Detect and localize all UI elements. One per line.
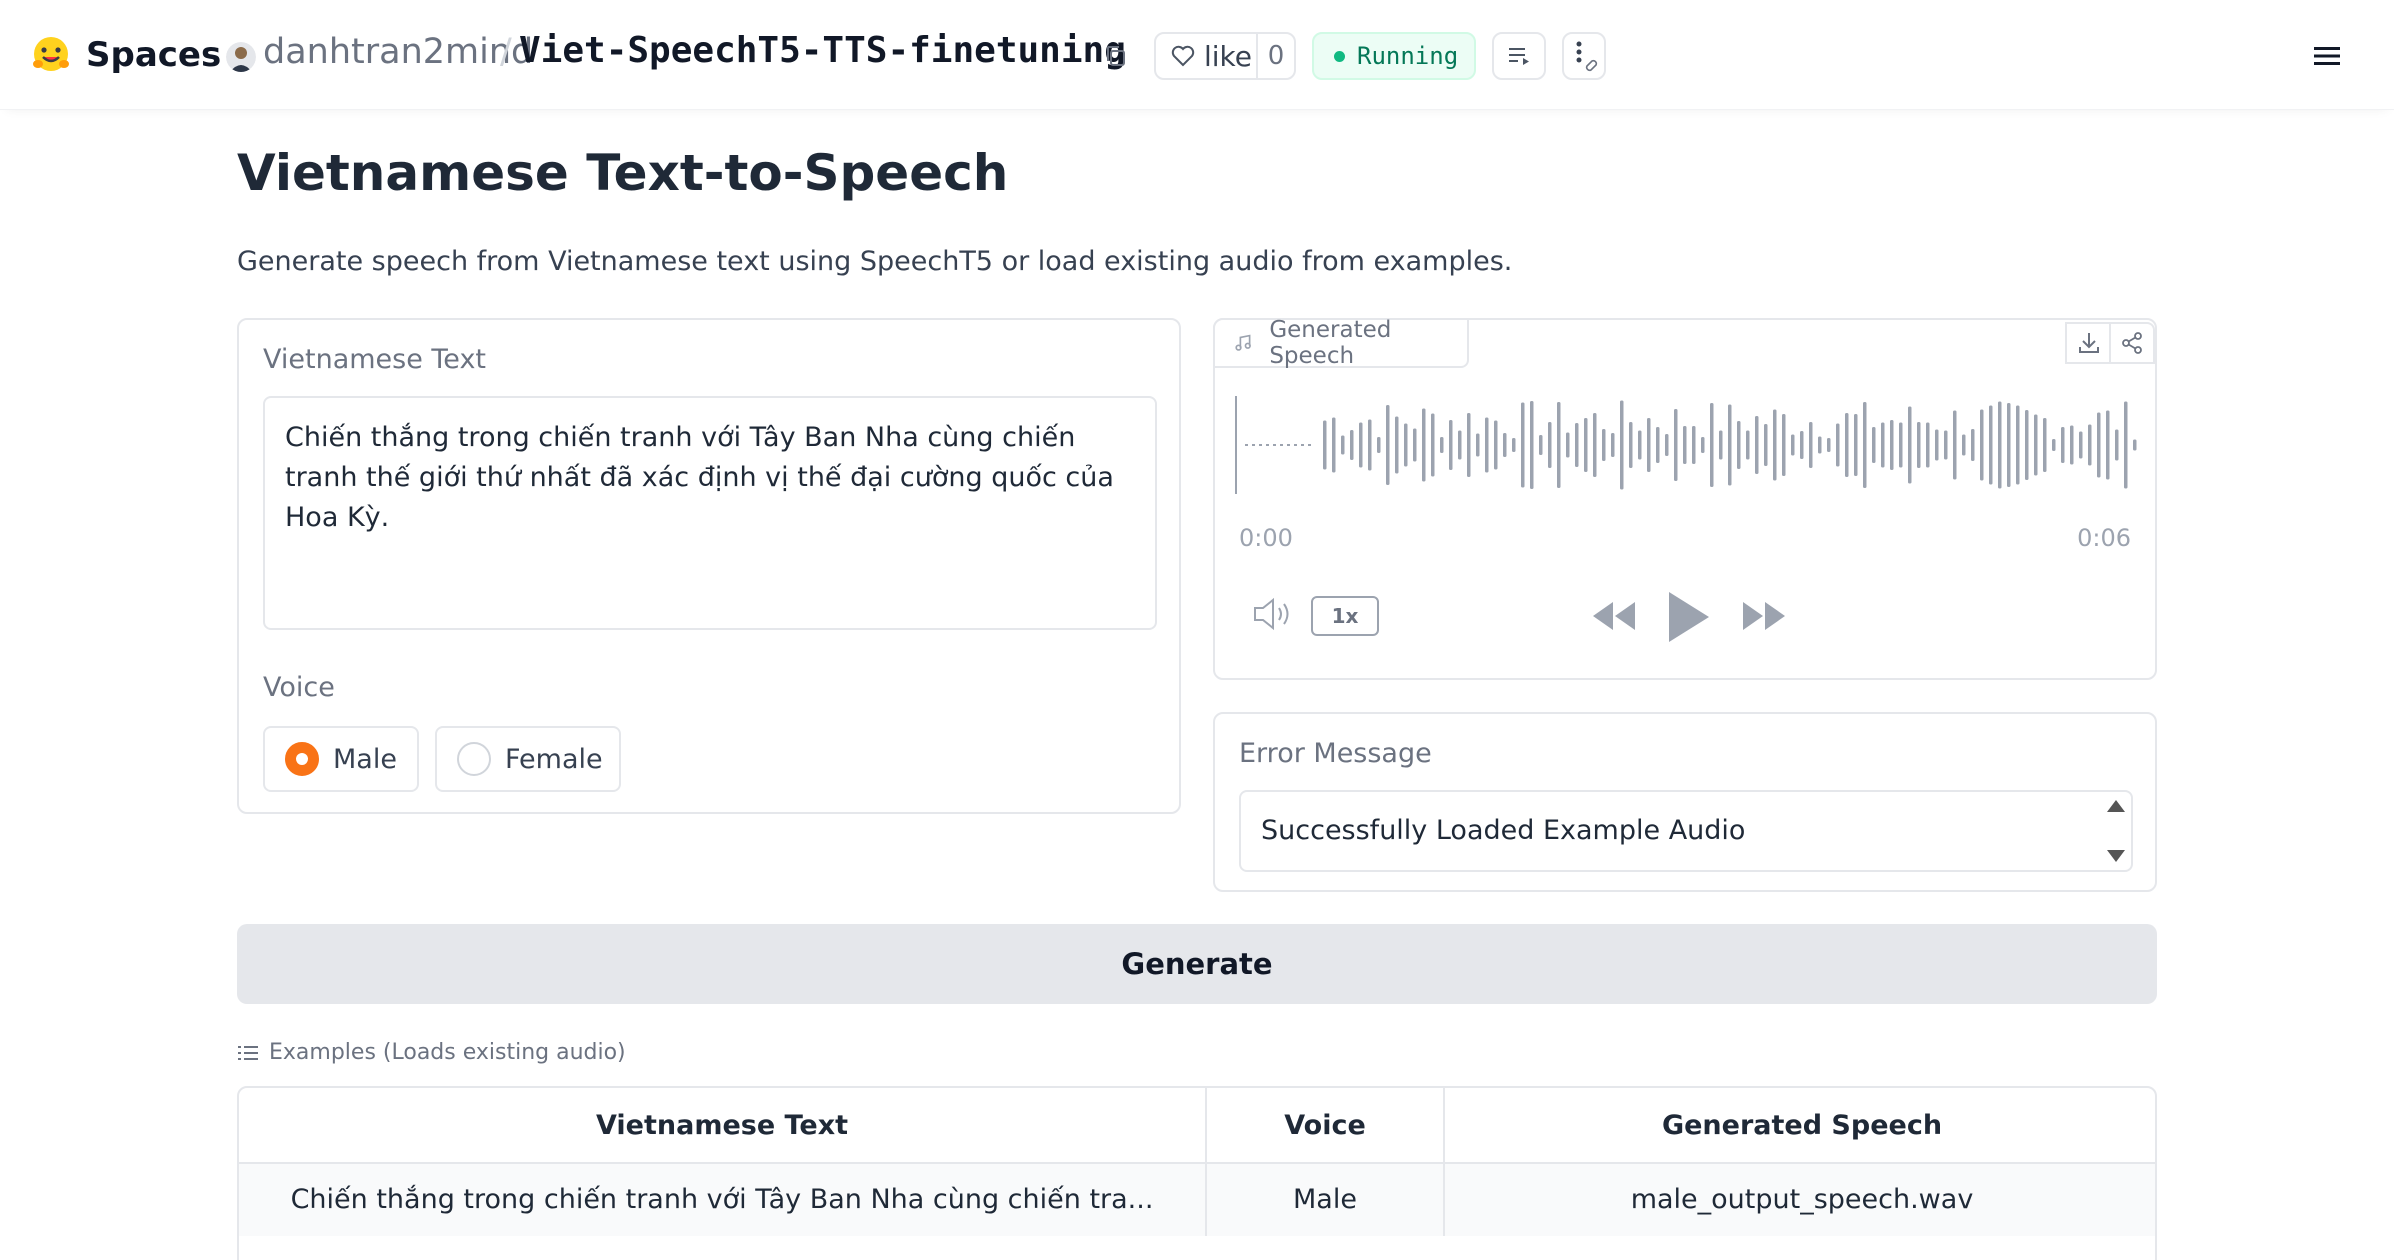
table-cell-speech[interactable]: male_output_speech.wav <box>1445 1164 2155 1236</box>
error-message-panel: Error Message Successfully Loaded Exampl… <box>1213 712 2157 892</box>
examples-label: Examples (Loads existing audio) <box>269 1040 626 1065</box>
avatar-icon <box>226 42 256 72</box>
page-title: Vietnamese Text-to-Speech <box>237 144 1009 202</box>
audio-label-tab: Generated Speech <box>1213 317 1469 369</box>
status-badge[interactable]: Running <box>1312 32 1476 80</box>
current-time: 0:00 <box>1239 524 1293 552</box>
menu-icon[interactable] <box>2312 42 2342 70</box>
column-header-voice: Voice <box>1207 1088 1445 1164</box>
play-icon[interactable] <box>1663 588 1713 646</box>
like-label: like <box>1204 39 1253 73</box>
scroll-up-icon[interactable] <box>2107 800 2125 812</box>
volume-icon[interactable] <box>1251 594 1295 634</box>
like-count[interactable]: 0 <box>1256 34 1294 78</box>
owner-link[interactable]: danhtran2mind <box>263 32 533 72</box>
table-cell-voice[interactable]: Male <box>1207 1164 1445 1236</box>
text-input-label: Vietnamese Text <box>263 344 487 375</box>
repo-name-link[interactable]: Viet-SpeechT5-TTS-finetuning <box>519 30 1126 71</box>
logs-button[interactable] <box>1492 32 1546 80</box>
more-vertical-icon <box>1576 41 1598 72</box>
audio-player-panel: Generated Speech 0:00 0:06 1x <box>1213 317 2157 680</box>
error-message-text: Successfully Loaded Example Audio <box>1261 815 1746 846</box>
duration-time: 0:06 <box>2077 524 2131 552</box>
page-description: Generate speech from Vietnamese text usi… <box>237 246 1513 277</box>
audio-label: Generated Speech <box>1269 317 1392 369</box>
voice-option-female[interactable]: Female <box>435 726 621 792</box>
logs-icon <box>1509 48 1529 65</box>
scroll-down-icon[interactable] <box>2107 850 2125 862</box>
fast-forward-icon[interactable] <box>1739 598 1789 634</box>
status-dot-icon <box>1334 50 1345 62</box>
vietnamese-text-input[interactable]: Chiến thắng trong chiến tranh với Tây Ba… <box>263 396 1157 630</box>
share-icon <box>2122 332 2142 354</box>
download-button[interactable] <box>2065 322 2111 364</box>
list-icon <box>238 1045 258 1060</box>
path-separator: / <box>500 32 512 72</box>
voice-option-label: Female <box>505 743 603 775</box>
owner-avatar[interactable] <box>226 42 256 72</box>
waveform-display[interactable] <box>1235 390 2139 500</box>
top-bar: Spaces danhtran2mind / Viet-SpeechT5-TTS… <box>0 0 2394 110</box>
generate-button[interactable]: Generate <box>237 924 2157 1004</box>
spaces-brand-link[interactable]: Spaces <box>30 34 221 76</box>
rewind-icon[interactable] <box>1589 598 1639 634</box>
column-header-speech: Generated Speech <box>1445 1088 2155 1164</box>
brand-text: Spaces <box>86 35 222 75</box>
download-icon <box>2079 333 2099 353</box>
radio-checked-icon[interactable] <box>285 742 319 776</box>
hugging-face-logo-icon <box>33 37 69 71</box>
voice-option-label: Male <box>333 743 397 775</box>
column-header-text: Vietnamese Text <box>239 1088 1207 1164</box>
more-options-button[interactable] <box>1562 32 1606 80</box>
music-note-icon <box>1235 334 1251 351</box>
playback-rate-button[interactable]: 1x <box>1311 596 1379 636</box>
voice-label: Voice <box>263 672 335 703</box>
heart-icon <box>1171 45 1195 67</box>
table-cell-text[interactable]: Chiến thắng trong chiến tranh với Tây Ba… <box>239 1164 1207 1236</box>
radio-unchecked-icon[interactable] <box>457 742 491 776</box>
status-text: Running <box>1357 42 1459 70</box>
examples-table: Vietnamese Text Voice Generated Speech C… <box>237 1086 2157 1260</box>
input-panel: Vietnamese Text Chiến thắng trong chiến … <box>237 318 1181 814</box>
share-button[interactable] <box>2109 322 2155 364</box>
examples-header: Examples (Loads existing audio) <box>237 1040 626 1065</box>
error-message-label: Error Message <box>1239 738 1432 769</box>
voice-option-male[interactable]: Male <box>263 726 419 792</box>
error-message-field[interactable]: Successfully Loaded Example Audio <box>1239 790 2133 872</box>
like-button[interactable]: like 0 <box>1154 32 1296 80</box>
copy-icon[interactable] <box>1102 42 1130 70</box>
